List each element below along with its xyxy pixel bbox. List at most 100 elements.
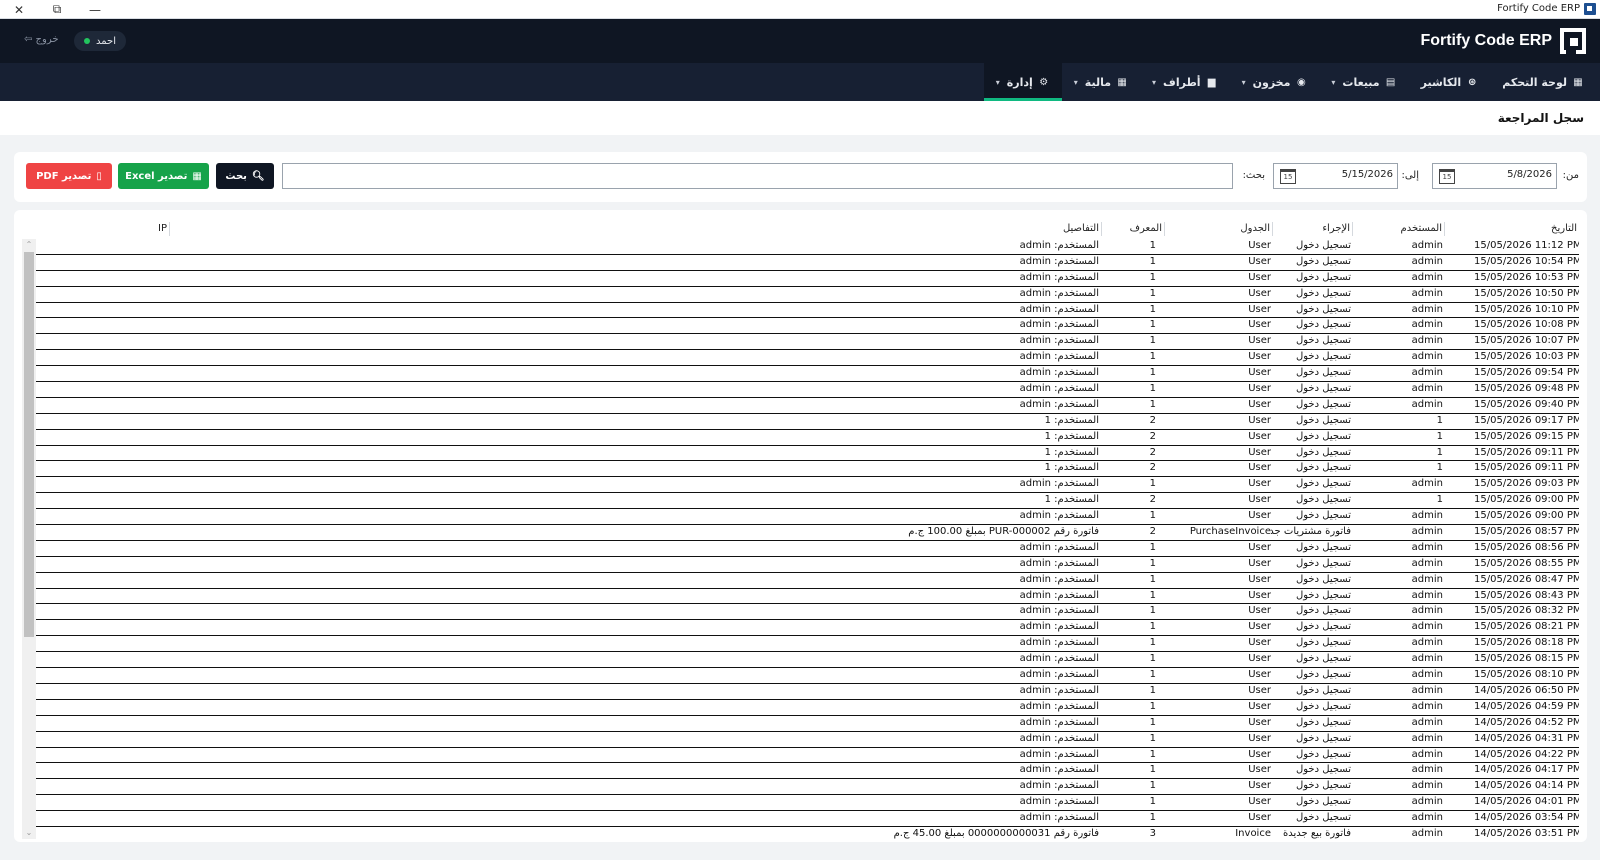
search-button[interactable]: 🔍︎ بحث — [216, 163, 274, 189]
column-header-action[interactable]: الإجراء — [1272, 222, 1352, 236]
cell-table: User — [1248, 637, 1271, 649]
cell-details: المستخدم: 1 — [1044, 462, 1099, 474]
nav-item-5[interactable]: ▦ مالية ▾ — [1062, 63, 1140, 101]
table-row[interactable]: 15/05/2026 09:11 PM 1 تسجيل دخول User 2 المست… — [36, 461, 1579, 478]
table-row[interactable]: 15/05/2026 08:21 PM admin تسجيل دخول User 1 ا… — [36, 620, 1579, 637]
column-header-id[interactable]: المعرف — [1101, 222, 1164, 236]
table-row[interactable]: 15/05/2026 09:15 PM 1 تسجيل دخول User 2 المست… — [36, 430, 1579, 446]
table-row[interactable]: 15/05/2026 08:56 PM admin تسجيل دخول User 1 ا… — [36, 541, 1579, 557]
search-input[interactable] — [282, 163, 1233, 189]
table-row[interactable]: 15/05/2026 08:10 PM admin تسجيل دخول User 1 ا… — [36, 668, 1579, 684]
table-row[interactable]: 15/05/2026 09:03 PM admin تسجيل دخول User 1 ا… — [36, 477, 1579, 494]
cell-details: المستخدم: admin — [1019, 335, 1099, 347]
table-row[interactable]: 15/05/2026 08:57 PM admin فاتورة مشتريات ج… — [36, 525, 1579, 541]
nav-item-2[interactable]: ▤ مبيعات ▾ — [1319, 63, 1408, 101]
table-row[interactable]: 15/05/2026 10:03 PM admin تسجيل دخول User 1 ا… — [36, 350, 1579, 367]
table-row[interactable]: 15/05/2026 09:40 PM admin تسجيل دخول User 1 ا… — [36, 398, 1579, 414]
column-header-date[interactable]: التاريخ — [1444, 222, 1579, 236]
table-row[interactable]: 14/05/2026 04:17 PM admin تسجيل دخول User 1 ا… — [36, 763, 1579, 780]
cell-action: تسجيل دخول — [1296, 478, 1351, 490]
cell-id: 1 — [1149, 605, 1156, 617]
to-date-picker[interactable]: 15 5/15/2026 — [1273, 163, 1398, 189]
cell-user: admin — [1411, 716, 1443, 728]
cell-id: 2 — [1149, 446, 1156, 458]
table-row[interactable]: 14/05/2026 04:22 PM admin تسجيل دخول User 1 ا… — [36, 748, 1579, 764]
cell-date: 14/05/2026 03:51 PM — [1474, 827, 1579, 839]
nav-item-1[interactable]: ⊛ الكاشير — [1409, 63, 1491, 101]
nav-item-4[interactable]: ▆ أطراف ▾ — [1140, 63, 1230, 101]
table-row[interactable]: 14/05/2026 04:31 PM admin تسجيل دخول User 1 ا… — [36, 732, 1579, 748]
cell-table: User — [1248, 287, 1271, 299]
cell-action: تسجيل دخول — [1296, 605, 1351, 617]
cell-table: User — [1248, 398, 1271, 410]
export-pdf-label: تصدير PDF — [36, 170, 92, 182]
table-row[interactable]: 15/05/2026 10:53 PM admin تسجيل دخول User 1 ا… — [36, 271, 1579, 287]
export-pdf-button[interactable]: ▯ تصدير PDF — [26, 163, 112, 189]
export-excel-button[interactable]: ▦ تصدير Excel — [118, 163, 209, 189]
table-row[interactable]: 15/05/2026 08:55 PM admin تسجيل دخول User 1 ا… — [36, 557, 1579, 573]
nav-item-6[interactable]: ⚙ إدارة ▾ — [983, 63, 1062, 101]
cell-user: admin — [1411, 780, 1443, 792]
table-row[interactable]: 15/05/2026 09:00 PM admin تسجيل دخول User 1 ا… — [36, 509, 1579, 526]
logout-button[interactable]: خروج ⇦ — [24, 34, 59, 45]
cell-user: admin — [1411, 255, 1443, 267]
table-row[interactable]: 14/05/2026 04:52 PM admin تسجيل دخول User 1 ا… — [36, 716, 1579, 732]
cell-id: 1 — [1149, 335, 1156, 347]
cell-table: User — [1248, 700, 1271, 712]
table-row[interactable]: 15/05/2026 10:54 PM admin تسجيل دخول User 1 ا… — [36, 255, 1579, 271]
table-row[interactable]: 15/05/2026 08:32 PM admin تسجيل دخول User 1 ا… — [36, 604, 1579, 621]
table-row[interactable]: 15/05/2026 10:07 PM admin تسجيل دخول User 1 ا… — [36, 334, 1579, 351]
cell-date: 15/05/2026 11:12 PM — [1474, 240, 1579, 251]
table-row[interactable]: 15/05/2026 10:50 PM admin تسجيل دخول User 1 ا… — [36, 287, 1579, 303]
calendar-icon[interactable]: 15 — [1439, 169, 1455, 184]
calendar-icon[interactable]: 15 — [1280, 169, 1296, 184]
table-row[interactable]: 15/05/2026 10:08 PM admin تسجيل دخول User 1 ا… — [36, 318, 1579, 335]
cell-date: 14/05/2026 04:52 PM — [1474, 716, 1579, 728]
cell-id: 1 — [1149, 573, 1156, 585]
table-row[interactable]: 14/05/2026 03:51 PM admin فاتورة بيع جديدة… — [36, 827, 1579, 839]
cell-action: تسجيل دخول — [1296, 669, 1351, 681]
cell-user: admin — [1411, 303, 1443, 315]
table-row[interactable]: 15/05/2026 08:43 PM admin تسجيل دخول User 1 ا… — [36, 589, 1579, 605]
table-row[interactable]: 15/05/2026 11:12 PM admin تسجيل دخول User 1 ا… — [36, 239, 1579, 255]
scroll-down-icon[interactable]: ⌄ — [22, 827, 36, 839]
table-row[interactable]: 15/05/2026 09:17 PM 1 تسجيل دخول User 2 المست… — [36, 414, 1579, 430]
column-header-details[interactable]: التفاصيل — [169, 222, 1101, 236]
column-header-table[interactable]: الجدول — [1164, 222, 1272, 236]
online-status-icon — [84, 38, 90, 44]
scroll-up-icon[interactable]: ⌃ — [22, 239, 36, 251]
cell-table: User — [1248, 494, 1271, 506]
table-row[interactable]: 15/05/2026 08:18 PM admin تسجيل دخول User 1 ا… — [36, 636, 1579, 653]
table-row[interactable]: 15/05/2026 10:10 PM admin تسجيل دخول User 1 ا… — [36, 303, 1579, 319]
column-header-user[interactable]: المستخدم — [1352, 222, 1444, 236]
cell-date: 14/05/2026 03:54 PM — [1474, 812, 1579, 824]
table-row[interactable]: 14/05/2026 03:54 PM admin تسجيل دخول User 1 ا… — [36, 811, 1579, 827]
table-row[interactable]: 15/05/2026 08:47 PM admin تسجيل دخول User 1 ا… — [36, 573, 1579, 589]
cell-user: 1 — [1436, 446, 1443, 458]
table-row[interactable]: 15/05/2026 09:11 PM 1 تسجيل دخول User 2 المست… — [36, 446, 1579, 462]
from-date-picker[interactable]: 15 5/8/2026 — [1432, 163, 1557, 189]
cell-date: 14/05/2026 04:22 PM — [1474, 748, 1579, 760]
table-row[interactable]: 14/05/2026 04:59 PM admin تسجيل دخول User 1 ا… — [36, 700, 1579, 716]
cell-details: المستخدم: admin — [1019, 669, 1099, 681]
table-row[interactable]: 15/05/2026 08:15 PM admin تسجيل دخول User 1 ا… — [36, 652, 1579, 669]
cell-action: تسجيل دخول — [1296, 367, 1351, 379]
window-minimize-button[interactable]: — — [76, 0, 114, 19]
table-scrollbar[interactable]: ⌃ ⌄ — [22, 239, 36, 839]
column-header-ip[interactable]: IP — [69, 222, 169, 236]
table-row[interactable]: 15/05/2026 09:54 PM admin تسجيل دخول User 1 ا… — [36, 366, 1579, 383]
cell-date: 15/05/2026 09:17 PM — [1474, 414, 1579, 426]
table-row[interactable]: 15/05/2026 09:00 PM 1 تسجيل دخول User 2 المست… — [36, 493, 1579, 510]
chevron-down-icon: ▾ — [1331, 77, 1336, 87]
table-header: التاريخ المستخدم الإجراء الجدول المعرف ا… — [22, 222, 1579, 236]
window-restore-button[interactable]: ⧉ — [38, 0, 76, 19]
table-row[interactable]: 14/05/2026 04:14 PM admin تسجيل دخول User 1 ا… — [36, 779, 1579, 796]
table-row[interactable]: 15/05/2026 09:48 PM admin تسجيل دخول User 1 ا… — [36, 382, 1579, 398]
scrollbar-thumb[interactable] — [24, 252, 34, 637]
window-close-button[interactable]: ✕ — [0, 0, 38, 19]
nav-item-3[interactable]: ◉ مخزون ▾ — [1230, 63, 1320, 101]
nav-item-0[interactable]: ▦ لوحة التحكم — [1490, 63, 1596, 101]
table-row[interactable]: 14/05/2026 04:01 PM admin تسجيل دخول User 1 ا… — [36, 795, 1579, 812]
search-icon: 🔍︎ — [251, 170, 265, 182]
table-row[interactable]: 14/05/2026 06:50 PM admin تسجيل دخول User 1 ا… — [36, 684, 1579, 700]
